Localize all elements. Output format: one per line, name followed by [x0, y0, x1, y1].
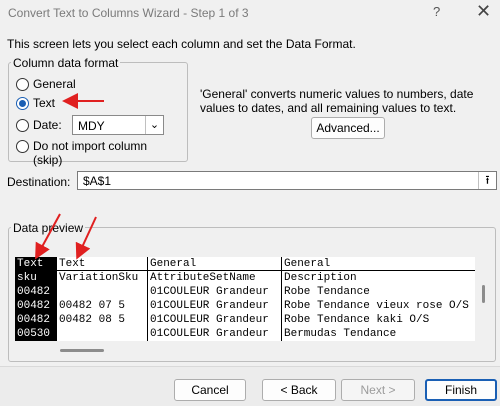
help-icon[interactable]: ? — [433, 4, 440, 19]
preview-cell: VariationSku — [59, 272, 139, 284]
preview-cell: Bermudas Tendance — [284, 328, 397, 340]
date-format-select[interactable]: MDY ⌄ — [72, 115, 164, 135]
button-bar: Cancel < Back Next > Finish — [0, 366, 500, 406]
chevron-down-icon[interactable]: ⌄ — [145, 116, 163, 134]
destination-value: $A$1 — [83, 174, 112, 188]
preview-cell: AttributeSetName — [150, 272, 256, 284]
finish-button[interactable]: Finish — [425, 379, 497, 401]
preview-cell: 00530 — [17, 328, 51, 340]
range-picker-icon[interactable]: ⭱ — [478, 172, 496, 189]
column-header: Text — [59, 258, 86, 270]
radio-text[interactable]: Text — [16, 96, 176, 112]
radio-general-label: General — [33, 77, 76, 91]
radio-circle — [16, 119, 29, 132]
scroll-thumb[interactable] — [482, 285, 485, 303]
radio-circle — [16, 140, 29, 153]
column-header: General — [284, 258, 331, 270]
preview-cell: 00482 07 5 — [59, 300, 126, 312]
radio-circle — [16, 78, 29, 91]
preview-cell: Robe Tendance kaki O/S — [284, 314, 430, 326]
convert-text-dialog: Convert Text to Columns Wizard - Step 1 … — [0, 0, 500, 406]
column-header: General — [150, 258, 197, 270]
radio-text-label: Text — [33, 96, 56, 110]
preview-cell: Robe Tendance vieux rose O/S — [284, 300, 469, 312]
horizontal-scrollbar[interactable] — [15, 343, 475, 357]
preview-cell: Description — [284, 272, 357, 284]
intro-text: This screen lets you select each column … — [7, 37, 356, 51]
preview-cell: Robe Tendance — [284, 286, 370, 298]
date-format-value: MDY — [78, 119, 105, 133]
advanced-button[interactable]: Advanced... — [311, 117, 385, 139]
radio-skip-label: Do not import column (skip) — [33, 139, 148, 167]
column-header: Text — [17, 258, 44, 270]
cancel-button[interactable]: Cancel — [174, 379, 246, 401]
preview-cell: sku — [17, 272, 37, 284]
preview-column-4[interactable]: General Description Robe Tendance Robe T… — [282, 257, 475, 341]
preview-cell: 00482 — [17, 300, 51, 312]
close-icon[interactable]: ✕ — [476, 1, 491, 22]
vertical-scrollbar[interactable] — [477, 257, 491, 341]
preview-cell: 01COULEUR Grandeur — [150, 328, 269, 340]
preview-cell: 00482 — [17, 314, 51, 326]
format-hint: 'General' converts numeric values to num… — [200, 87, 474, 115]
preview-cell: 01COULEUR Grandeur — [150, 314, 269, 326]
radio-date-label: Date: — [33, 118, 62, 132]
column-format-label: Column data format — [11, 56, 121, 70]
data-preview-grid[interactable]: Text sku 00482 00482 00482 00530 Text Va… — [15, 257, 475, 341]
radio-skip[interactable]: Do not import column (skip) — [16, 139, 176, 167]
destination-field[interactable]: $A$1 ⭱ — [77, 171, 497, 190]
title-bar: Convert Text to Columns Wizard - Step 1 … — [0, 0, 500, 26]
preview-cell: 00482 08 5 — [59, 314, 126, 326]
preview-column-3[interactable]: General AttributeSetName 01COULEUR Grand… — [148, 257, 282, 341]
preview-cell: 01COULEUR Grandeur — [150, 300, 269, 312]
destination-label: Destination: — [7, 175, 71, 189]
radio-general[interactable]: General — [16, 77, 176, 93]
preview-column-1[interactable]: Text sku 00482 00482 00482 00530 — [15, 257, 57, 341]
preview-cell: 01COULEUR Grandeur — [150, 286, 269, 298]
radio-circle-selected — [16, 97, 29, 110]
window-title: Convert Text to Columns Wizard - Step 1 … — [8, 6, 249, 20]
data-preview-label: Data preview — [11, 221, 86, 235]
preview-column-2[interactable]: Text VariationSku 00482 07 5 00482 08 5 — [57, 257, 148, 341]
back-button[interactable]: < Back — [262, 379, 336, 401]
next-button[interactable]: Next > — [341, 379, 415, 401]
preview-cell: 00482 — [17, 286, 51, 298]
scroll-thumb[interactable] — [60, 349, 104, 352]
